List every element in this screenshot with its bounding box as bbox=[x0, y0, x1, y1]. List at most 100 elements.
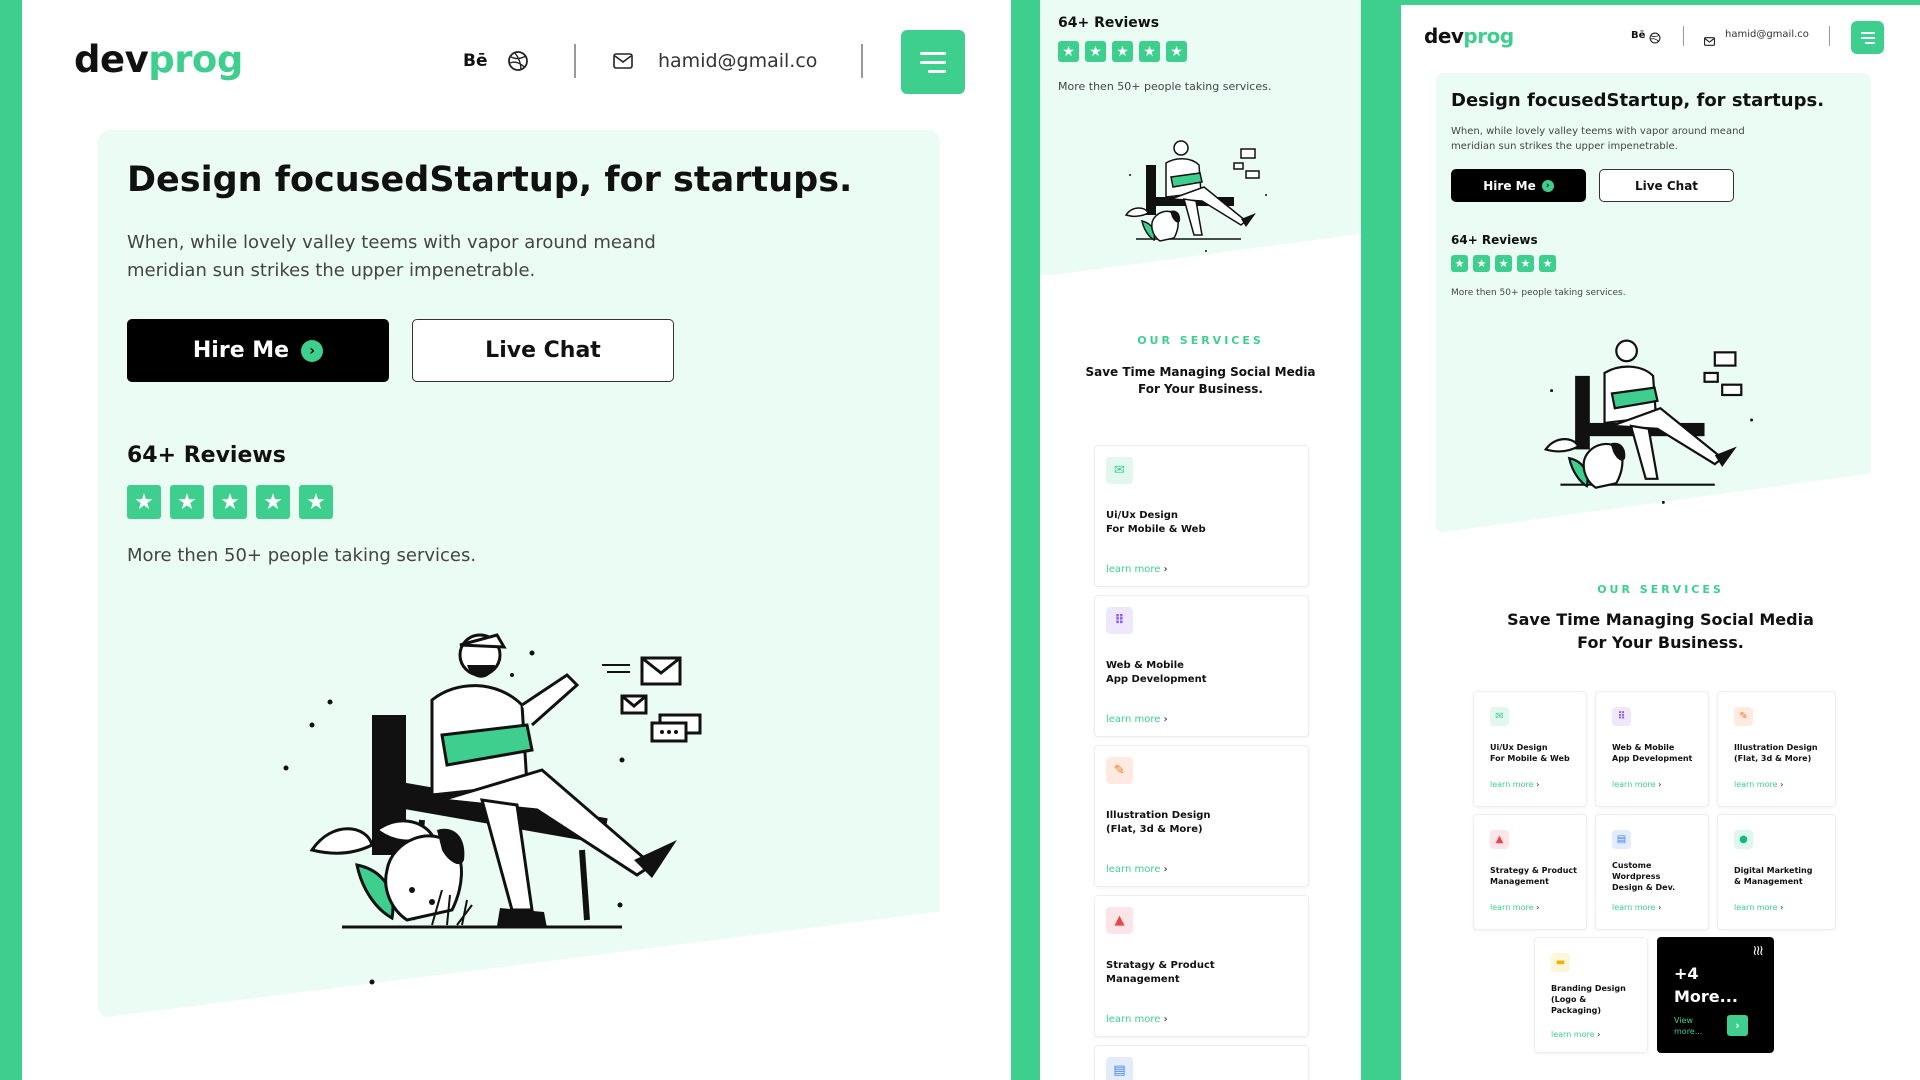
mail-icon: ✉ bbox=[1490, 707, 1509, 726]
services-kicker: OUR SERVICES bbox=[1597, 583, 1724, 596]
service-card[interactable]: ✉ Ui/Ux Design For Mobile & Web learn mor… bbox=[1094, 445, 1309, 587]
logo[interactable]: devprog bbox=[1424, 24, 1514, 48]
service-title: Web & Mobile App Development bbox=[1612, 743, 1693, 763]
learn-more-link[interactable]: learn more › bbox=[1490, 903, 1539, 912]
mail-icon bbox=[613, 53, 633, 73]
view-more-link[interactable]: View more... bbox=[1674, 1015, 1702, 1037]
grid-icon: ⠿ bbox=[1612, 707, 1631, 726]
service-card[interactable]: ⠿ Web & Mobile App Development learn more… bbox=[1595, 691, 1709, 807]
live-chat-button[interactable]: Live Chat bbox=[412, 319, 674, 382]
reviews-heading: 64+ Reviews bbox=[1058, 15, 1160, 31]
tablet-preview-panel: devprog Bē hamid@gmail.co Design focused… bbox=[1401, 0, 1920, 1080]
chart-icon: ● bbox=[1734, 830, 1753, 849]
header-divider bbox=[574, 44, 576, 78]
service-title: Web & Mobile App Development bbox=[1106, 660, 1207, 685]
learn-more-link[interactable]: learn more › bbox=[1490, 780, 1539, 789]
menu-button[interactable] bbox=[1851, 21, 1884, 54]
service-card[interactable]: ✎ Illustration Design (Flat, 3d & More) l… bbox=[1717, 691, 1836, 807]
chevron-right-icon: › bbox=[1597, 1030, 1601, 1039]
learn-more-link[interactable]: learn more › bbox=[1106, 564, 1168, 575]
star-icon: ★ bbox=[299, 485, 333, 519]
hamburger-menu-icon bbox=[1860, 31, 1875, 34]
star-icon: ★ bbox=[1166, 41, 1187, 62]
service-card[interactable]: ▤ Custome Wordpress Design & Dev. learn mo… bbox=[1595, 814, 1709, 930]
arrow-right-icon: › bbox=[301, 339, 324, 362]
star-icon: ★ bbox=[1058, 41, 1079, 62]
service-card[interactable]: ▬ Branding Design (Logo & Packaging) learn… bbox=[1534, 937, 1648, 1053]
chevron-right-icon: › bbox=[1536, 903, 1540, 912]
hero-subtitle: When, while lovely valley teems with vap… bbox=[1451, 126, 1745, 152]
star-icon: ★ bbox=[1112, 41, 1133, 62]
document-icon: ▤ bbox=[1106, 1057, 1133, 1080]
chevron-right-icon: › bbox=[1163, 1014, 1168, 1025]
service-card[interactable]: ▲ Stratagy & Product Management learn mor… bbox=[1094, 895, 1309, 1037]
rating-stars: ★ ★ ★ ★ ★ bbox=[127, 485, 333, 519]
service-card[interactable]: ● Digital Marketing & Management learn mo… bbox=[1717, 814, 1836, 930]
learn-more-link[interactable]: learn more › bbox=[1734, 903, 1783, 912]
more-services-card[interactable]: ≀≀≀ +4 More... View more... › bbox=[1657, 937, 1774, 1053]
service-title: Illustration Design (Flat, 3d & More) bbox=[1106, 810, 1211, 835]
chevron-right-icon: › bbox=[1536, 780, 1540, 789]
learn-more-link[interactable]: learn more › bbox=[1612, 780, 1661, 789]
bell-icon: ▲ bbox=[1490, 830, 1509, 849]
desktop-preview-panel: devprog Bē hamid@gmail.co Design focused… bbox=[22, 0, 1011, 1080]
document-icon: ▤ bbox=[1612, 830, 1631, 849]
reviews-note: More then 50+ people taking services. bbox=[1058, 80, 1272, 93]
service-title: Illustration Design (Flat, 3d & More) bbox=[1734, 743, 1818, 763]
hamburger-menu-icon bbox=[920, 51, 946, 55]
header-divider bbox=[861, 44, 863, 78]
learn-more-link[interactable]: learn more › bbox=[1106, 1014, 1168, 1025]
card-icon: ▬ bbox=[1551, 953, 1570, 972]
service-card[interactable]: ▲ Strategy & Product Management learn mor… bbox=[1473, 814, 1587, 930]
service-title: Branding Design (Logo & Packaging) bbox=[1551, 984, 1626, 1015]
learn-more-link[interactable]: learn more › bbox=[1106, 864, 1168, 875]
hero-subtitle: When, while lovely valley teems with vap… bbox=[127, 232, 656, 281]
mobile-preview-panel: 64+ Reviews ★ ★ ★ ★ ★ More then 50+ peop… bbox=[1040, 0, 1361, 1080]
learn-more-link[interactable]: learn more › bbox=[1106, 714, 1168, 725]
reviews-note: More then 50+ people taking services. bbox=[127, 545, 477, 566]
service-card[interactable]: ⠿ Web & Mobile App Development learn more… bbox=[1094, 595, 1309, 737]
service-title: Stratagy & Product Management bbox=[1106, 960, 1215, 985]
service-card[interactable]: ✉ Ui/Ux Design For Mobile & Web learn mor… bbox=[1473, 691, 1587, 807]
mail-icon bbox=[1704, 31, 1715, 50]
services-heading: Save Time Managing Social Media For Your… bbox=[1085, 365, 1316, 397]
service-card[interactable]: ▤ bbox=[1094, 1045, 1309, 1080]
star-icon: ★ bbox=[1495, 255, 1512, 272]
dribbble-icon[interactable] bbox=[507, 50, 529, 76]
rating-stars: ★ ★ ★ ★ ★ bbox=[1058, 41, 1187, 62]
chevron-right-icon: › bbox=[1780, 903, 1784, 912]
header-email[interactable]: hamid@gmail.co bbox=[658, 50, 817, 72]
dribbble-icon[interactable] bbox=[1649, 29, 1661, 48]
hire-me-button[interactable]: Hire Me › bbox=[1451, 169, 1586, 202]
arrow-right-icon[interactable]: › bbox=[1727, 1015, 1748, 1036]
service-title: Strategy & Product Management bbox=[1490, 866, 1577, 886]
service-title: Ui/Ux Design For Mobile & Web bbox=[1490, 743, 1570, 763]
star-icon: ★ bbox=[1451, 255, 1468, 272]
learn-more-link[interactable]: learn more › bbox=[1734, 780, 1783, 789]
menu-button[interactable] bbox=[901, 30, 965, 94]
star-icon: ★ bbox=[127, 485, 161, 519]
star-icon: ★ bbox=[1085, 41, 1106, 62]
logo[interactable]: devprog bbox=[74, 38, 243, 81]
header-email[interactable]: hamid@gmail.co bbox=[1725, 29, 1809, 40]
wave-decoration: ≀≀≀ bbox=[1752, 943, 1764, 959]
services-kicker: OUR SERVICES bbox=[1137, 334, 1264, 347]
behance-icon[interactable]: Bē bbox=[463, 51, 488, 71]
star-icon: ★ bbox=[1517, 255, 1534, 272]
chevron-right-icon: › bbox=[1658, 780, 1662, 789]
chevron-right-icon: › bbox=[1658, 903, 1662, 912]
star-icon: ★ bbox=[1539, 255, 1556, 272]
arrow-right-icon: › bbox=[1541, 179, 1554, 192]
service-card[interactable]: ✎ Illustration Design (Flat, 3d & More) l… bbox=[1094, 745, 1309, 887]
chevron-right-icon: › bbox=[1163, 864, 1168, 875]
header-divider bbox=[1829, 26, 1830, 46]
learn-more-link[interactable]: learn more › bbox=[1612, 903, 1661, 912]
service-title: Digital Marketing & Management bbox=[1734, 866, 1813, 886]
hire-me-button[interactable]: Hire Me › bbox=[127, 319, 389, 382]
behance-icon[interactable]: Bē bbox=[1631, 30, 1645, 41]
reviews-heading: 64+ Reviews bbox=[127, 443, 286, 468]
live-chat-button[interactable]: Live Chat bbox=[1599, 169, 1734, 202]
hero-illustration bbox=[1543, 339, 1754, 504]
learn-more-link[interactable]: learn more › bbox=[1551, 1030, 1600, 1039]
bell-icon: ▲ bbox=[1106, 907, 1133, 934]
